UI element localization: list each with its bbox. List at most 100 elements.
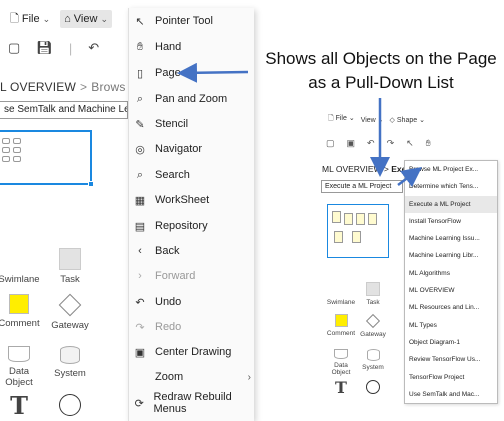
- circle-shape-icon: [59, 394, 81, 416]
- dropdown-item[interactable]: Use SemTalk and Mac...: [405, 386, 497, 403]
- mini-shape: [13, 156, 21, 162]
- hand-icon[interactable]: ✋︎: [426, 138, 431, 149]
- menu-item-stencil[interactable]: ✎ Stencil: [129, 113, 255, 135]
- breadcrumb: L OVERVIEW > Brows: [0, 80, 126, 94]
- undo-icon[interactable]: ↶: [367, 138, 375, 149]
- breadcrumb-page[interactable]: L OVERVIEW: [0, 80, 76, 94]
- inset-toolbar: ▢ ▣ ↶ ↷ ↖ ✋︎: [326, 138, 431, 149]
- dropdown-item[interactable]: Determine which Tens...: [405, 178, 497, 195]
- inset-file-menu[interactable]: 🗋 File ⌄: [328, 114, 355, 125]
- redo-icon[interactable]: ↷: [387, 138, 395, 149]
- inset-page-object-select[interactable]: Execute a ML Project: [321, 180, 403, 193]
- navigator-icon: ◎: [135, 143, 145, 156]
- stencil-task[interactable]: Task: [47, 248, 93, 285]
- undo-icon: ↶: [135, 296, 145, 309]
- stencil-label: Swimlane: [326, 299, 356, 306]
- dropdown-item[interactable]: Machine Learning Libr...: [405, 247, 497, 264]
- dropdown-item[interactable]: Install TensorFlow: [405, 213, 497, 230]
- stencil-label: Gateway: [360, 331, 386, 338]
- menu-item-undo[interactable]: ↶ Undo: [129, 291, 255, 313]
- page-object-select[interactable]: se SemTalk and Machine Le: [0, 101, 128, 119]
- annotation-line-1: Shows all Objects on the Page: [265, 49, 497, 68]
- inset-drawing-canvas[interactable]: [327, 204, 389, 258]
- stencil-gateway[interactable]: Gateway: [47, 293, 93, 331]
- shape-icon: ◇: [389, 116, 395, 124]
- menu-item-label: Repository: [155, 220, 208, 232]
- breadcrumb-next[interactable]: Brows: [91, 80, 125, 94]
- inset-breadcrumb-page[interactable]: ML OVERVIEW: [322, 164, 382, 174]
- inset-file-label: File: [335, 115, 347, 122]
- stencil-circle[interactable]: [47, 394, 93, 416]
- circle-shape-icon: [366, 380, 380, 394]
- stencil-text[interactable]: T: [0, 394, 42, 418]
- stencil-system[interactable]: System: [47, 346, 93, 379]
- resize-handle[interactable]: [88, 181, 94, 187]
- redo-icon: ↷: [135, 321, 145, 334]
- gateway-shape-icon: [365, 313, 381, 329]
- save-icon[interactable]: 💾︎: [36, 40, 53, 56]
- dropdown-item[interactable]: Browse ML Project Ex...: [405, 161, 497, 178]
- repository-icon: ▤: [134, 220, 146, 233]
- menu-item-search[interactable]: ⌕ Search: [129, 164, 255, 186]
- view-menu-label: View: [73, 13, 98, 25]
- menu-item-zoom[interactable]: Zoom ›: [129, 366, 255, 388]
- inset-shape-menu[interactable]: ◇ Shape ⌄: [390, 116, 425, 124]
- menu-item-center-drawing[interactable]: ▣ Center Drawing: [129, 341, 255, 363]
- stencil-swimlane[interactable]: Swimlane: [0, 248, 42, 285]
- menu-item-label: Redraw Rebuild Menus: [153, 391, 232, 415]
- stencil-comment[interactable]: Comment: [0, 294, 42, 329]
- stencil-label: System: [362, 364, 384, 371]
- inset-stencil-swimlane[interactable]: Swimlane: [324, 282, 358, 306]
- pointer-icon[interactable]: ↖: [406, 138, 414, 149]
- dropdown-item[interactable]: ML Resources and Lin...: [405, 299, 497, 316]
- view-menu[interactable]: ⌂ View ⌄: [60, 10, 112, 28]
- new-document-icon[interactable]: ▢: [8, 40, 20, 56]
- menu-item-hand[interactable]: ✋︎ Hand: [129, 36, 255, 58]
- dropdown-item[interactable]: ML Algorithms: [405, 265, 497, 282]
- stencil-data-object[interactable]: Data Object: [0, 346, 42, 388]
- menu-bar: 🗋 File ⌄ ⌂ View ⌄: [6, 6, 112, 32]
- inset-stencil-comment[interactable]: Comment: [324, 314, 358, 337]
- dropdown-item[interactable]: ML OVERVIEW: [405, 282, 497, 299]
- undo-icon[interactable]: ↶: [88, 40, 99, 56]
- inset-view-label: View: [360, 116, 376, 124]
- inset-stencil-text[interactable]: T: [324, 380, 358, 396]
- menu-item-label: Page: [155, 67, 181, 79]
- inset-stencil-gateway[interactable]: Gateway: [356, 313, 390, 338]
- menu-item-repository[interactable]: ▤ Repository: [129, 215, 255, 237]
- dropdown-item[interactable]: Execute a ML Project: [405, 195, 497, 213]
- menu-item-forward[interactable]: › Forward: [129, 265, 255, 287]
- chevron-right-icon: ›: [247, 371, 251, 383]
- menu-item-label: WorkSheet: [155, 194, 210, 206]
- menu-item-worksheet[interactable]: ▦ WorkSheet: [129, 189, 255, 211]
- mini-shape: [2, 138, 10, 144]
- dropdown-item[interactable]: Machine Learning Issu...: [405, 230, 497, 247]
- new-document-icon[interactable]: ▢: [326, 138, 335, 149]
- comment-shape-icon: [9, 294, 29, 314]
- file-menu[interactable]: 🗋 File ⌄: [6, 7, 54, 32]
- menu-item-redo[interactable]: ↷ Redo: [129, 316, 255, 338]
- inset-stencil-data-object[interactable]: Data Object: [324, 349, 358, 376]
- inset-stencil-system[interactable]: System: [356, 349, 390, 371]
- dropdown-item[interactable]: Object Diagram-1: [405, 334, 497, 351]
- inset-stencil-circle[interactable]: [356, 380, 390, 394]
- stencil-icon: ✎: [135, 118, 145, 131]
- menu-item-pan-and-zoom[interactable]: ⌕ Pan and Zoom: [129, 88, 255, 110]
- view-menu-popup: ↖ Pointer Tool ✋︎ Hand ▯ Page ⌕ Pan and Zoom ✎ St…: [128, 8, 254, 421]
- drawing-canvas[interactable]: [0, 130, 94, 187]
- dropdown-item[interactable]: Review TensorFlow Us...: [405, 351, 497, 368]
- inset-stencil-task[interactable]: Task: [356, 282, 390, 306]
- stencil-label: Comment: [0, 318, 40, 329]
- menu-item-pointer-tool[interactable]: ↖ Pointer Tool: [129, 10, 255, 32]
- menu-item-page[interactable]: ▯ Page: [129, 62, 255, 84]
- menu-item-back[interactable]: ‹ Back: [129, 240, 255, 262]
- menu-item-redraw-rebuild-menus[interactable]: ⟳ Redraw Rebuild Menus: [129, 391, 255, 415]
- forward-icon: ›: [138, 270, 142, 282]
- search-icon: ⌕: [136, 168, 144, 181]
- inset-view-menu[interactable]: View ⌄: [361, 116, 384, 124]
- dropdown-item[interactable]: ML Types: [405, 317, 497, 334]
- dropdown-item[interactable]: TensorFlow Project: [405, 369, 497, 386]
- save-icon[interactable]: ▣: [347, 138, 356, 149]
- file-icon: 🗋: [328, 115, 334, 122]
- menu-item-navigator[interactable]: ◎ Navigator: [129, 138, 255, 160]
